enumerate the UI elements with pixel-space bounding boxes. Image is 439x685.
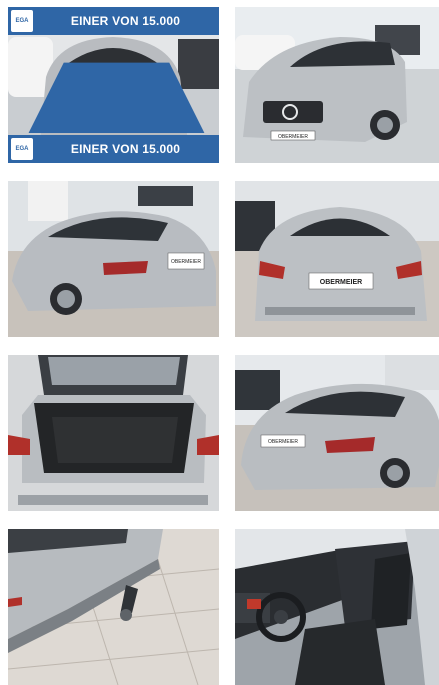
license-plate-text: OBERMEIER: [278, 134, 308, 140]
photo-front[interactable]: EGA EINER VON 15.000 EGA EINER VON 15.00…: [8, 7, 219, 163]
photo-rear-left-outdoor[interactable]: OBERMEIER: [235, 355, 439, 511]
license-plate-text: OBERMEIER: [320, 279, 362, 286]
car-rear-image: OBERMEIER: [235, 181, 439, 337]
license-plate-text: OBERMEIER: [171, 259, 201, 265]
car-front-angle-image: OBERMEIER: [235, 7, 439, 163]
car-rear-left-image: OBERMEIER: [8, 181, 219, 337]
car-trunk-image: [8, 355, 219, 511]
photo-front-angle[interactable]: OBERMEIER: [235, 7, 439, 163]
promo-banner-bottom: EGA EINER VON 15.000: [8, 135, 219, 163]
photo-interior[interactable]: [235, 529, 439, 685]
promo-banner-top: EGA EINER VON 15.000: [8, 7, 219, 133]
photo-rear[interactable]: OBERMEIER: [235, 181, 439, 337]
license-plate-text: OBERMEIER: [268, 439, 298, 445]
photo-trunk-open[interactable]: [8, 355, 219, 511]
photo-rear-left[interactable]: OBERMEIER: [8, 181, 219, 337]
ega-logo: EGA: [11, 10, 205, 133]
photo-tow-hitch[interactable]: [8, 529, 219, 685]
car-interior-image: [235, 529, 439, 685]
tow-hitch-image: [8, 529, 219, 685]
car-rear-outdoor-image: OBERMEIER: [235, 355, 439, 511]
car-logo-icon: [11, 139, 219, 163]
ega-logo: EGA: [11, 138, 33, 160]
